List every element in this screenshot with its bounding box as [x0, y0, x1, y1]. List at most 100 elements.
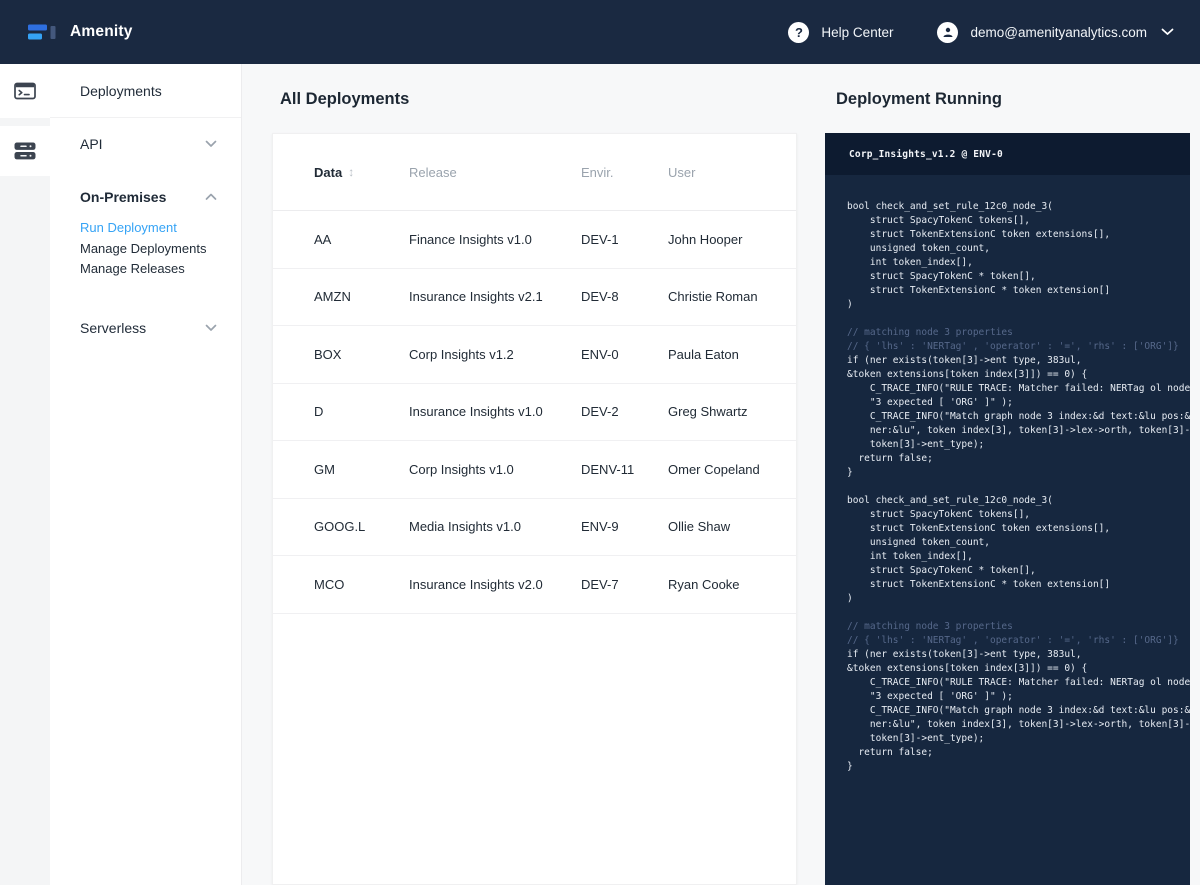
code-line: // { 'lhs' : 'NERTag' , 'operator' : '='…	[847, 340, 1182, 354]
brand-name: Amenity	[70, 23, 133, 41]
code-line: return false;	[847, 452, 1182, 466]
code-line: struct SpacyTokenC tokens[],	[847, 214, 1182, 228]
chevron-down-icon	[205, 324, 217, 332]
sidebar-subitem-run-deployment[interactable]: Run Deployment	[80, 218, 241, 239]
sidebar-item-deployments[interactable]: Deployments	[50, 64, 241, 118]
user-email: demo@amenityanalytics.com	[970, 25, 1147, 40]
cell-release: Finance Insights v1.0	[409, 232, 581, 247]
code-line: struct SpacyTokenC * token[],	[847, 564, 1182, 578]
cell-data: GOOG.L	[314, 519, 409, 534]
cell-data: BOX	[314, 347, 409, 362]
page-title: All Deployments	[280, 90, 409, 109]
sidebar-item-label: API	[80, 136, 103, 152]
code-line: &token extensions[token index[3]]) == 0)…	[847, 368, 1182, 382]
app-window: Amenity ? Help Center demo@amenityanalyt…	[0, 0, 1200, 885]
sidebar-icon-cell-api[interactable]	[0, 126, 50, 176]
table-row[interactable]: AMZNInsurance Insights v2.1DEV-8Christie…	[273, 269, 796, 327]
cell-envir: ENV-9	[581, 519, 668, 534]
column-header-release[interactable]: Release	[409, 165, 581, 180]
code-line: struct SpacyTokenC * token[],	[847, 270, 1182, 284]
code-line: // { 'lhs' : 'NERTag' , 'operator' : '='…	[847, 634, 1182, 648]
code-line: struct TokenExtensionC * token extension…	[847, 284, 1182, 298]
chevron-down-icon	[205, 140, 217, 148]
code-line: C_TRACE_INFO("RULE TRACE: Matcher failed…	[847, 676, 1182, 690]
code-line: struct SpacyTokenC tokens[],	[847, 508, 1182, 522]
code-line: unsigned token_count,	[847, 242, 1182, 256]
chevron-up-icon	[205, 193, 217, 201]
panel-title: Deployment Running	[836, 90, 1002, 109]
cell-release: Insurance Insights v1.0	[409, 404, 581, 419]
sidebar-icon-cell-deployments[interactable]	[0, 64, 50, 118]
code-line: if (ner exists(token[3]->ent type, 383ul…	[847, 354, 1182, 368]
cell-envir: DEV-1	[581, 232, 668, 247]
cell-user: Omer Copeland	[668, 462, 796, 477]
code-line	[847, 312, 1182, 326]
deployments-table-card: Data ↕ Release Envir. User AAFinance Ins…	[272, 133, 797, 885]
cell-envir: ENV-0	[581, 347, 668, 362]
cell-user: Ryan Cooke	[668, 577, 796, 592]
code-line: }	[847, 466, 1182, 480]
code-line: token[3]->ent_type);	[847, 438, 1182, 452]
column-header-data[interactable]: Data ↕	[314, 165, 409, 180]
terminal-output[interactable]: bool check_and_set_rule_12c0_node_3( str…	[825, 175, 1190, 794]
code-line: int token_index[],	[847, 256, 1182, 270]
help-center-link[interactable]: ? Help Center	[788, 22, 893, 43]
code-line: }	[847, 760, 1182, 774]
sidebar-item-serverless[interactable]: Serverless	[50, 308, 241, 348]
code-line: // matching node 3 properties	[847, 620, 1182, 634]
account-menu[interactable]: demo@amenityanalytics.com	[937, 22, 1174, 43]
code-line	[847, 606, 1182, 620]
table-row[interactable]: GMCorp Insights v1.0DENV-11Omer Copeland	[273, 441, 796, 499]
table-row[interactable]: AAFinance Insights v1.0DEV-1John Hooper	[273, 211, 796, 269]
cell-user: Paula Eaton	[668, 347, 796, 362]
cell-envir: DENV-11	[581, 462, 668, 477]
table-row[interactable]: MCOInsurance Insights v2.0DEV-7Ryan Cook…	[273, 556, 796, 614]
sidebar-nav: Deployments API On-Premises Run Deployme…	[50, 64, 241, 348]
code-line: ner:&lu", token index[3], token[3]->lex-…	[847, 424, 1182, 438]
user-avatar-icon	[937, 22, 958, 43]
code-line: &token extensions[token index[3]]) == 0)…	[847, 662, 1182, 676]
cell-data: D	[314, 404, 409, 419]
column-header-user[interactable]: User	[668, 165, 796, 180]
sidebar-subitem-manage-deployments[interactable]: Manage Deployments	[80, 239, 241, 260]
sidebar-item-label: Serverless	[80, 320, 146, 336]
code-line: unsigned token_count,	[847, 536, 1182, 550]
code-line: bool check_and_set_rule_12c0_node_3(	[847, 494, 1182, 508]
code-line: token[3]->ent_type);	[847, 732, 1182, 746]
deployment-terminal: Corp_Insights_v1.2 @ ENV-0 bool check_an…	[825, 133, 1190, 885]
sidebar-item-label: Deployments	[80, 83, 162, 99]
table-row[interactable]: GOOG.LMedia Insights v1.0ENV-9Ollie Shaw	[273, 499, 796, 557]
table-header-row: Data ↕ Release Envir. User	[273, 134, 796, 211]
table-row[interactable]: BOXCorp Insights v1.2ENV-0Paula Eaton	[273, 326, 796, 384]
amenity-logo-icon	[28, 21, 58, 44]
column-header-envir[interactable]: Envir.	[581, 165, 668, 180]
code-line: C_TRACE_INFO("RULE TRACE: Matcher failed…	[847, 382, 1182, 396]
cell-data: MCO	[314, 577, 409, 592]
code-line: int token_index[],	[847, 550, 1182, 564]
cell-user: Christie Roman	[668, 289, 796, 304]
sidebar-group-on-premises: On-Premises Run Deployment Manage Deploy…	[50, 184, 241, 280]
code-line: if (ner exists(token[3]->ent type, 383ul…	[847, 648, 1182, 662]
cell-release: Media Insights v1.0	[409, 519, 581, 534]
column-header-label: Data	[314, 165, 342, 180]
sort-icon[interactable]: ↕	[348, 165, 354, 179]
cell-envir: DEV-2	[581, 404, 668, 419]
table-row[interactable]: DInsurance Insights v1.0DEV-2Greg Shwart…	[273, 384, 796, 442]
code-line: "3 expected [ 'ORG' ]" );	[847, 690, 1182, 704]
cell-user: Ollie Shaw	[668, 519, 796, 534]
cell-user: Greg Shwartz	[668, 404, 796, 419]
sidebar-item-api[interactable]: API	[50, 118, 241, 170]
brand[interactable]: Amenity	[28, 21, 133, 44]
sidebar-item-on-premises[interactable]: On-Premises	[50, 184, 241, 210]
code-line: "3 expected [ 'ORG' ]" );	[847, 396, 1182, 410]
code-line: struct TokenExtensionC token extensions[…	[847, 522, 1182, 536]
code-line: C_TRACE_INFO("Match graph node 3 index:&…	[847, 704, 1182, 718]
cell-release: Insurance Insights v2.0	[409, 577, 581, 592]
code-line: )	[847, 592, 1182, 606]
code-line: struct TokenExtensionC token extensions[…	[847, 228, 1182, 242]
code-line: struct TokenExtensionC * token extension…	[847, 578, 1182, 592]
sidebar-item-label: On-Premises	[80, 189, 166, 205]
sidebar-subitem-manage-releases[interactable]: Manage Releases	[80, 259, 241, 280]
table-body: AAFinance Insights v1.0DEV-1John HooperA…	[273, 211, 796, 614]
top-navbar: Amenity ? Help Center demo@amenityanalyt…	[0, 0, 1200, 64]
